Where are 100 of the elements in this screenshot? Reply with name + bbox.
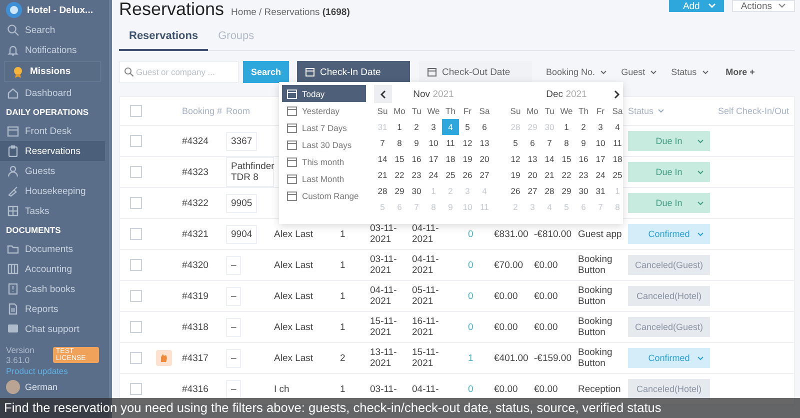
- calendar-day[interactable]: 3: [592, 119, 609, 135]
- calendar-day[interactable]: 26: [459, 167, 476, 183]
- calendar-day[interactable]: 10: [425, 135, 442, 151]
- calendar-day[interactable]: 7: [541, 135, 558, 151]
- range-option[interactable]: This month: [282, 153, 366, 170]
- booking-number[interactable]: #4317: [182, 352, 208, 364]
- calendar-day[interactable]: 26: [507, 183, 524, 199]
- calendar-day[interactable]: 22: [391, 167, 408, 183]
- previous-month-button[interactable]: [374, 85, 392, 103]
- calendar-day[interactable]: 5: [507, 135, 524, 151]
- calendar-day[interactable]: 22: [558, 167, 575, 183]
- calendar-day[interactable]: 21: [374, 167, 391, 183]
- hotel-name[interactable]: Hotel - Delux...: [27, 4, 93, 16]
- calendar-day[interactable]: 30: [575, 183, 592, 199]
- calendar-day[interactable]: 12: [459, 135, 476, 151]
- calendar-day[interactable]: 3: [425, 119, 442, 135]
- breadcrumb[interactable]: Home / Reservations (1698): [231, 7, 350, 18]
- sidebar-item[interactable]: Chat support: [0, 319, 105, 339]
- date-filter[interactable]: Check-In Date: [297, 61, 410, 83]
- booking-number[interactable]: #4323: [182, 166, 208, 178]
- checkbox[interactable]: [130, 228, 142, 240]
- date-filter[interactable]: Check-Out Date: [419, 61, 532, 83]
- calendar-day[interactable]: 27: [524, 183, 541, 199]
- checkbox[interactable]: [130, 321, 142, 333]
- calendar-day[interactable]: 13: [476, 135, 493, 151]
- calendar-day[interactable]: 9: [575, 135, 592, 151]
- checkbox[interactable]: [130, 135, 142, 147]
- calendar-day[interactable]: 31: [592, 183, 609, 199]
- filter-dropdown[interactable]: Booking No.: [541, 67, 612, 77]
- calendar-day[interactable]: 18: [609, 151, 626, 167]
- calendar-day[interactable]: 18: [442, 151, 459, 167]
- calendar-day[interactable]: 17: [425, 151, 442, 167]
- calendar-day[interactable]: 24: [425, 167, 442, 183]
- range-option[interactable]: Last 30 Days: [282, 136, 366, 153]
- calendar-day[interactable]: 13: [524, 151, 541, 167]
- checkbox[interactable]: [130, 197, 142, 209]
- calendar-day[interactable]: 7: [374, 135, 391, 151]
- calendar-day[interactable]: 23: [408, 167, 425, 183]
- calendar-day[interactable]: 29: [558, 183, 575, 199]
- calendar-day[interactable]: 19: [507, 167, 524, 183]
- sidebar-item[interactable]: Cash books: [0, 279, 105, 299]
- calendar-day[interactable]: 14: [374, 151, 391, 167]
- calendar-day[interactable]: 24: [592, 167, 609, 183]
- calendar-day[interactable]: 27: [476, 167, 493, 183]
- calendar-day[interactable]: 11: [442, 135, 459, 151]
- calendar-day[interactable]: 20: [476, 151, 493, 167]
- calendar-day[interactable]: 1: [391, 119, 408, 135]
- calendar-day[interactable]: 4: [609, 119, 626, 135]
- tab[interactable]: Reservations: [119, 24, 208, 51]
- calendar-day[interactable]: 20: [524, 167, 541, 183]
- calendar-day[interactable]: 28: [541, 183, 558, 199]
- sidebar-item[interactable]: Front Desk: [0, 121, 105, 141]
- range-option[interactable]: Yesterday: [282, 102, 366, 119]
- range-option[interactable]: Last Month: [282, 170, 366, 187]
- checkbox[interactable]: [130, 383, 142, 395]
- calendar-day[interactable]: 16: [408, 151, 425, 167]
- calendar-day[interactable]: 23: [575, 167, 592, 183]
- calendar-day[interactable]: 5: [459, 119, 476, 135]
- search-field[interactable]: Guest or company ...: [119, 61, 239, 83]
- calendar-day[interactable]: 2: [575, 119, 592, 135]
- checkbox[interactable]: [130, 290, 142, 302]
- calendar-day[interactable]: 8: [391, 135, 408, 151]
- range-option[interactable]: Last 7 Days: [282, 119, 366, 136]
- filter-dropdown[interactable]: Status: [666, 67, 714, 77]
- calendar-day[interactable]: 2: [408, 119, 425, 135]
- booking-number[interactable]: #4321: [182, 228, 208, 240]
- checkbox[interactable]: [130, 105, 142, 117]
- calendar-day[interactable]: 17: [592, 151, 609, 167]
- calendar-day[interactable]: 28: [374, 183, 391, 199]
- booking-number[interactable]: #4316: [182, 384, 208, 394]
- calendar-day[interactable]: 9: [408, 135, 425, 151]
- booking-number[interactable]: #4320: [182, 260, 208, 270]
- checkbox[interactable]: [130, 259, 142, 271]
- calendar-day[interactable]: 25: [442, 167, 459, 183]
- calendar-day[interactable]: 15: [391, 151, 408, 167]
- range-option[interactable]: Today: [282, 85, 366, 102]
- calendar-day[interactable]: 11: [609, 135, 626, 151]
- checkbox[interactable]: [130, 352, 142, 364]
- calendar-day[interactable]: 12: [507, 151, 524, 167]
- booking-number[interactable]: #4319: [182, 290, 208, 302]
- range-option[interactable]: Custom Range: [282, 187, 366, 204]
- booking-number[interactable]: #4322: [182, 198, 208, 208]
- calendar-day[interactable]: 1: [558, 119, 575, 135]
- calendar-day[interactable]: 15: [558, 151, 575, 167]
- actions-button[interactable]: Actions: [732, 0, 795, 12]
- calendar-day[interactable]: 19: [459, 151, 476, 167]
- calendar-day[interactable]: 16: [575, 151, 592, 167]
- sidebar-item[interactable]: Search: [0, 20, 105, 40]
- calendar-day[interactable]: 6: [476, 119, 493, 135]
- booking-number[interactable]: #4324: [182, 136, 208, 146]
- checkbox[interactable]: [130, 166, 142, 178]
- calendar-day[interactable]: 30: [408, 183, 425, 199]
- filter-dropdown[interactable]: Guest: [616, 67, 662, 77]
- booking-number[interactable]: #4318: [182, 322, 208, 332]
- sidebar-item[interactable]: Missions: [4, 61, 101, 82]
- calendar-day[interactable]: 10: [592, 135, 609, 151]
- sidebar-item[interactable]: Reservations: [0, 141, 105, 161]
- more-filters-button[interactable]: More +: [718, 67, 763, 77]
- calendar-day[interactable]: 14: [541, 151, 558, 167]
- calendar-day[interactable]: 8: [558, 135, 575, 151]
